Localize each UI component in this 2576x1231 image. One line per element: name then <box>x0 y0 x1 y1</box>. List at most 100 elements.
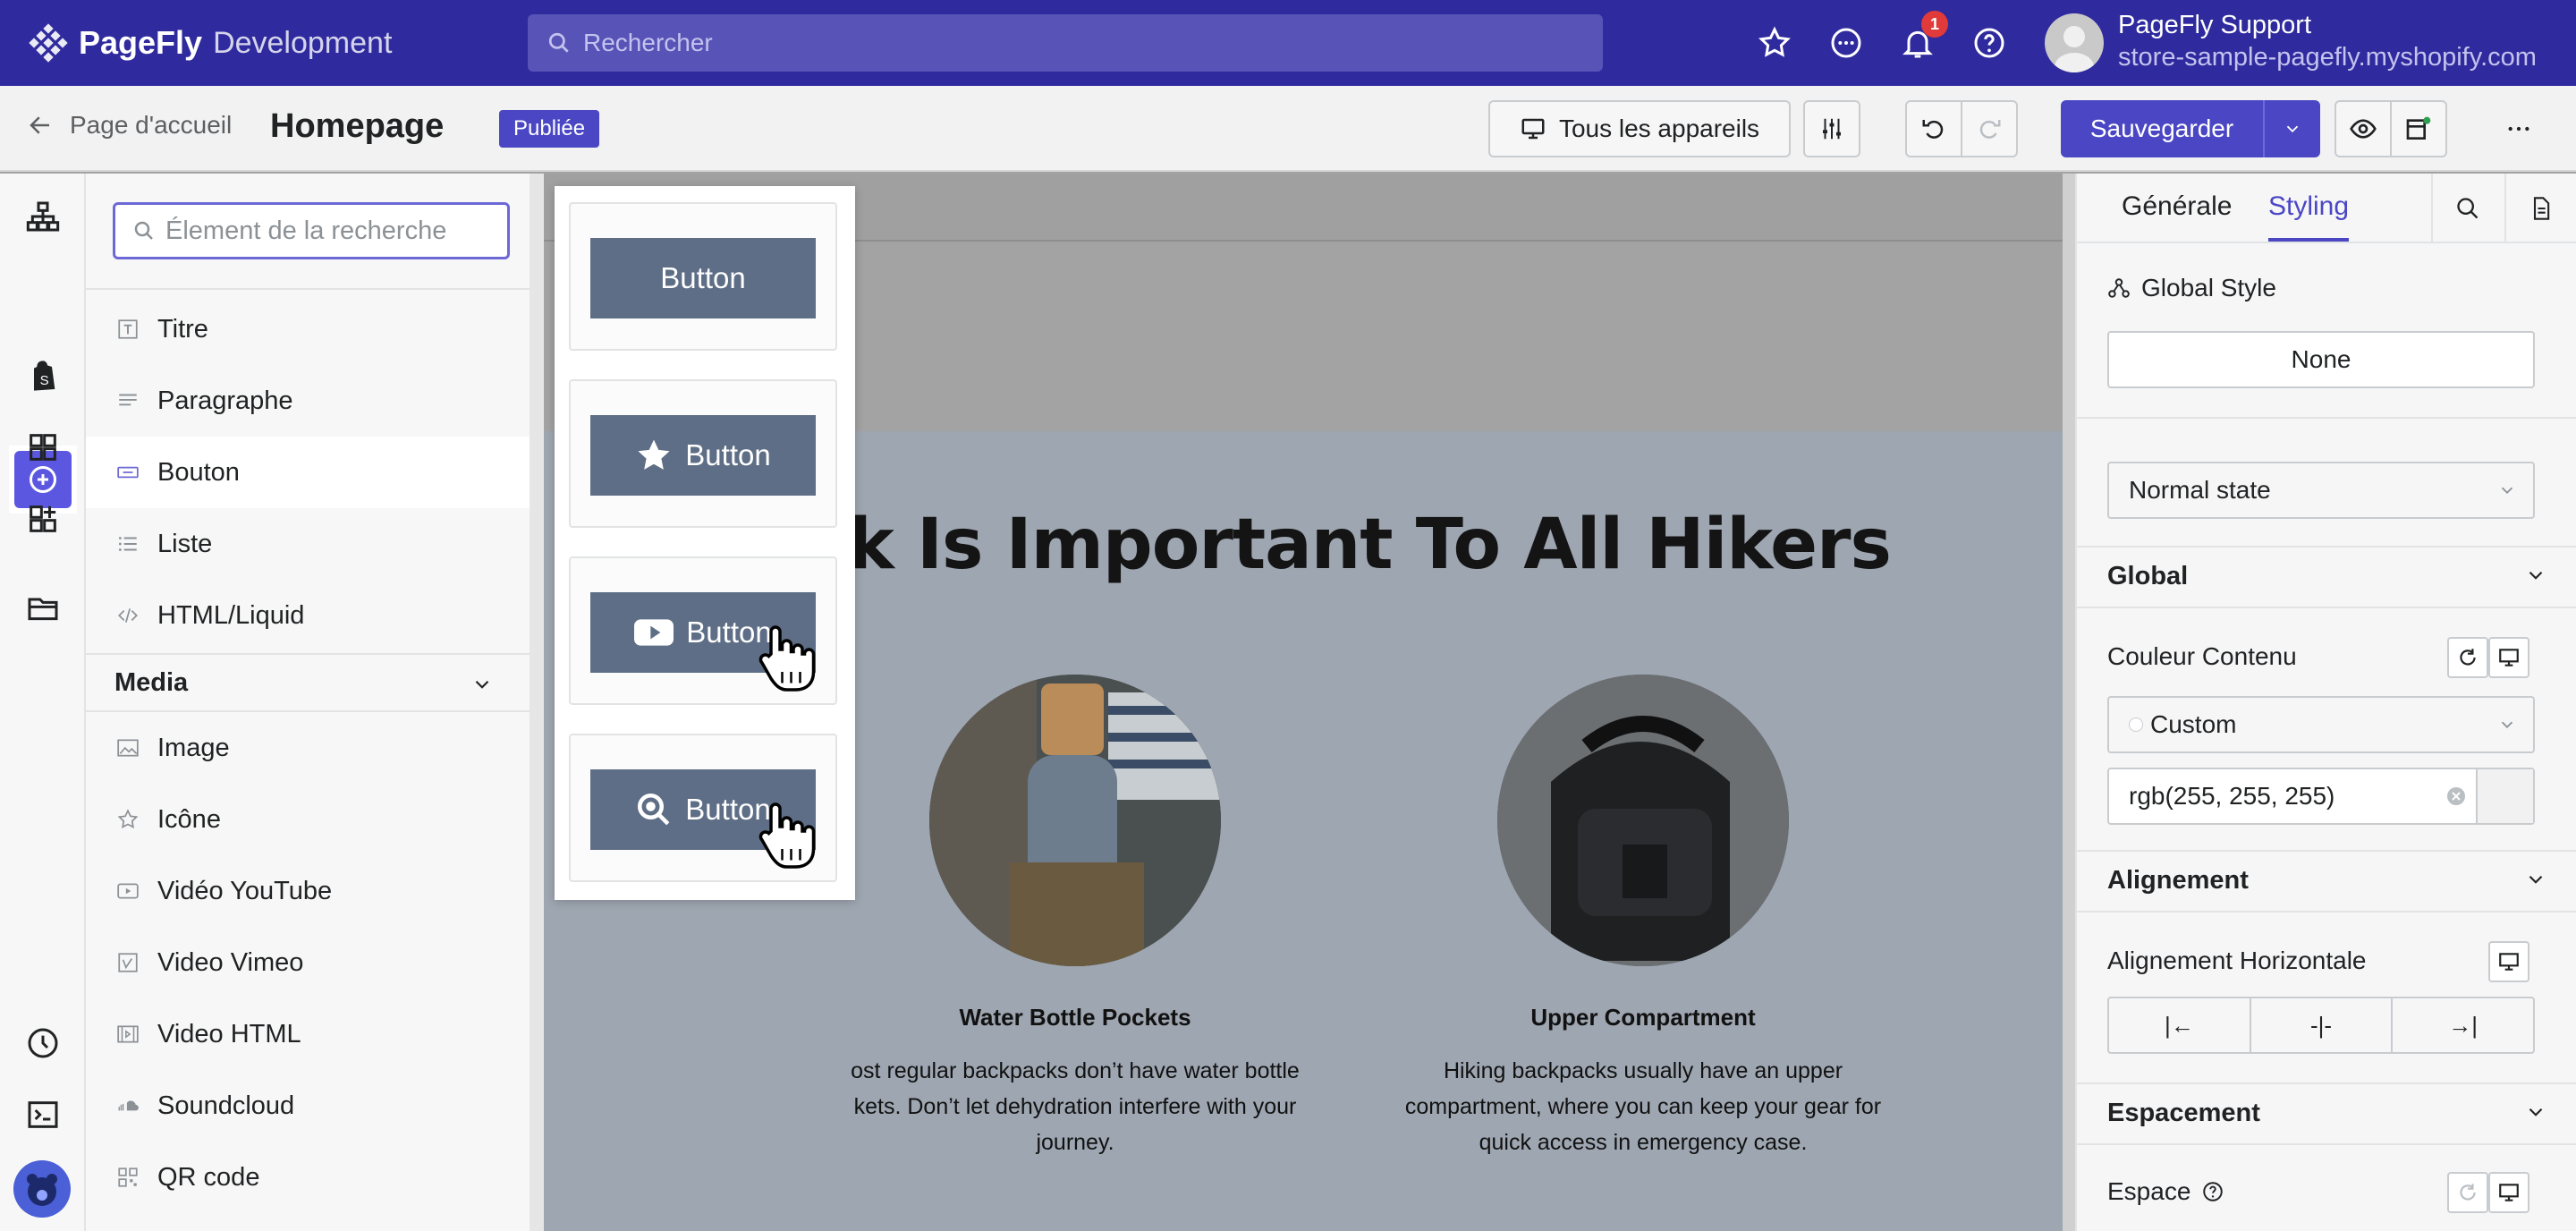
panel-scrollbar[interactable] <box>530 174 544 1231</box>
color-preview-swatch[interactable] <box>2476 769 2533 823</box>
undo-icon <box>1922 120 1944 139</box>
history-icon[interactable] <box>25 1025 61 1061</box>
layout-grid-icon[interactable] <box>25 429 61 465</box>
save-label: Sauvegarder <box>2089 115 2234 142</box>
save-options-button[interactable] <box>2263 100 2320 157</box>
feature-card[interactable]: Water Bottle Pockets ost regular backpac… <box>807 675 1343 1160</box>
element-item-video-html[interactable]: Video HTML <box>86 998 530 1070</box>
page-title: Homepage <box>270 107 445 145</box>
element-search-input[interactable]: Élement de la recherche <box>113 202 510 259</box>
element-item-paragraph[interactable]: Paragraphe <box>86 365 530 437</box>
element-item-label: Bouton <box>157 457 240 487</box>
element-item-label: Soundcloud <box>157 1091 295 1120</box>
reset-icon <box>2460 1184 2476 1201</box>
tab-styling[interactable]: Styling <box>2268 191 2349 222</box>
user-avatar[interactable] <box>2045 13 2104 72</box>
help-icon[interactable] <box>1971 25 2007 61</box>
star-icon[interactable] <box>1757 25 1792 61</box>
responsive-button[interactable] <box>2488 941 2529 982</box>
global-search-input[interactable]: Rechercher <box>528 14 1603 72</box>
app-logo[interactable]: PageFly Development <box>29 21 392 64</box>
pagefly-logo-icon <box>29 23 68 63</box>
video-icon <box>114 1021 141 1048</box>
color-mode-select[interactable]: Custom <box>2107 696 2535 753</box>
element-item-label: Image <box>157 733 230 762</box>
desktop-icon <box>2499 1184 2519 1201</box>
element-item-qrcode[interactable]: QR code <box>86 1142 530 1213</box>
global-heading[interactable]: Global <box>2107 562 2188 591</box>
redo-icon <box>1979 120 2001 139</box>
device-selector[interactable]: Tous les appareils <box>1488 100 1791 157</box>
search-style-button[interactable] <box>2431 174 2503 243</box>
preview-button[interactable] <box>2334 100 2392 157</box>
button-variant-search[interactable]: Button <box>569 734 837 882</box>
apps-icon[interactable] <box>25 501 61 537</box>
list-icon <box>114 531 141 557</box>
clear-icon[interactable] <box>2445 785 2467 807</box>
feature-image[interactable] <box>1497 675 1789 966</box>
color-value-input[interactable]: rgb(255, 255, 255) <box>2107 768 2535 825</box>
element-item-title[interactable]: Titre <box>86 293 530 365</box>
element-item-label: Video HTML <box>157 1019 301 1048</box>
search-icon <box>548 32 569 53</box>
element-item-html[interactable]: HTML/Liquid <box>86 580 530 651</box>
button-variant-youtube[interactable]: Button <box>569 556 837 705</box>
alignment-heading[interactable]: Alignement <box>2107 866 2249 896</box>
terminal-icon[interactable] <box>25 1097 61 1133</box>
state-value: Normal state <box>2129 476 2271 504</box>
reset-color-button[interactable] <box>2447 637 2488 678</box>
shopify-icon[interactable]: S <box>25 358 61 394</box>
element-item-icon[interactable]: Icône <box>86 784 530 855</box>
element-item-youtube[interactable]: Vidéo YouTube <box>86 855 530 927</box>
chat-icon[interactable] <box>1828 25 1864 61</box>
folder-icon[interactable] <box>25 590 61 626</box>
button-variant-plain[interactable]: Button <box>569 202 837 351</box>
undo-button[interactable] <box>1905 100 1962 157</box>
search-icon <box>134 221 153 240</box>
element-item-vimeo[interactable]: Video Vimeo <box>86 927 530 998</box>
back-link[interactable]: Page d'accueil <box>27 111 232 140</box>
account-avatar-icon[interactable] <box>13 1159 72 1218</box>
search-placeholder: Rechercher <box>583 29 713 56</box>
settings-button[interactable] <box>1803 100 1860 157</box>
feature-card[interactable]: Upper Compartment Hiking backpacks usual… <box>1375 675 1911 1160</box>
element-item-soundcloud[interactable]: Soundcloud <box>86 1070 530 1142</box>
align-right-button[interactable]: →| <box>2393 998 2533 1052</box>
reset-spacing-button[interactable] <box>2447 1172 2488 1213</box>
user-name[interactable]: PageFly Support <box>2118 11 2311 40</box>
canvas-scrollbar[interactable] <box>2063 174 2075 1231</box>
media-section-header[interactable]: Media <box>86 653 530 712</box>
more-button[interactable] <box>2490 100 2547 157</box>
divider <box>2077 1082 2576 1084</box>
element-item-list[interactable]: Liste <box>86 508 530 580</box>
sitemap-icon[interactable] <box>25 199 61 234</box>
chevron-down-icon[interactable] <box>2524 868 2547 891</box>
button-icon <box>114 459 141 486</box>
element-item-button[interactable]: Bouton <box>86 437 530 508</box>
state-select[interactable]: Normal state <box>2107 462 2535 519</box>
vimeo-icon <box>114 949 141 976</box>
feature-title: Upper Compartment <box>1530 1004 1756 1031</box>
feature-image[interactable] <box>929 675 1221 966</box>
redo-button[interactable] <box>1961 100 2018 157</box>
desktop-icon <box>1521 118 1545 140</box>
content-color-label: Couleur Contenu <box>2107 642 2297 670</box>
tab-general[interactable]: Générale <box>2122 191 2232 222</box>
feature-description: Hiking backpacks usually have an upper c… <box>1404 1058 1882 1155</box>
responsive-button[interactable] <box>2488 1172 2529 1213</box>
brand-name: PageFly <box>79 24 203 61</box>
document-button[interactable] <box>2504 174 2576 243</box>
help-icon[interactable] <box>2201 1180 2224 1203</box>
chevron-down-icon[interactable] <box>2524 564 2547 587</box>
align-left-button[interactable]: |← <box>2109 998 2251 1052</box>
element-item-image[interactable]: Image <box>86 712 530 784</box>
button-variant-star[interactable]: Button <box>569 379 837 528</box>
save-button[interactable]: Sauvegarder <box>2061 100 2320 157</box>
spacing-heading[interactable]: Espacement <box>2107 1099 2260 1128</box>
align-center-button[interactable]: -|- <box>2251 998 2394 1052</box>
chevron-down-icon[interactable] <box>2524 1100 2547 1124</box>
publish-button[interactable] <box>2390 100 2447 157</box>
responsive-button[interactable] <box>2488 637 2529 678</box>
global-style-button[interactable]: None <box>2107 331 2535 388</box>
section-heading[interactable]: k Is Important To All Hikers <box>848 505 1892 585</box>
